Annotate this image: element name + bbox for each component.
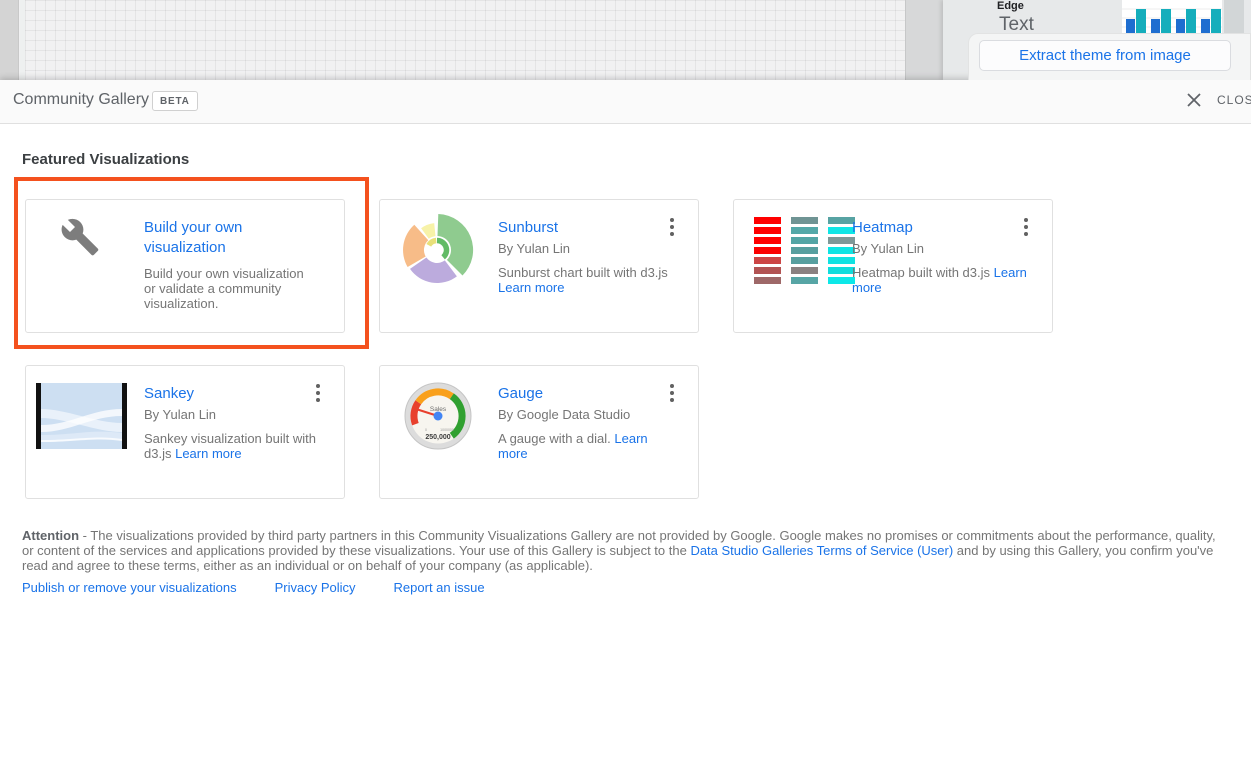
theme-properties-panel: Edge Text Extract theme from image bbox=[943, 0, 1251, 80]
card-title[interactable]: Build your own visualization bbox=[144, 218, 324, 258]
build-thumbnail bbox=[26, 200, 144, 334]
card-author: By Yulan Lin bbox=[852, 241, 924, 256]
card-build-your-own[interactable]: Build your own visualization Build your … bbox=[25, 199, 345, 333]
footer-links: Publish or remove your visualizations Pr… bbox=[22, 580, 485, 595]
card-title[interactable]: Sankey bbox=[144, 384, 324, 404]
terms-of-service-link[interactable]: Data Studio Galleries Terms of Service (… bbox=[690, 543, 953, 558]
community-gallery-panel: Community Gallery BETA CLOSE Featured Vi… bbox=[0, 80, 1251, 776]
wrench-icon bbox=[60, 217, 100, 257]
card-author: By Yulan Lin bbox=[498, 241, 570, 256]
card-title[interactable]: Gauge bbox=[498, 384, 678, 404]
attention-disclaimer: Attention - The visualizations provided … bbox=[22, 528, 1226, 574]
theme-chart-thumbnail bbox=[1122, 0, 1222, 36]
card-description-text: Heatmap built with d3.js bbox=[852, 265, 990, 280]
gallery-title: Community Gallery bbox=[13, 91, 149, 109]
card-title[interactable]: Heatmap bbox=[852, 218, 1032, 238]
app-window: Edge Text Extract theme from image bbox=[0, 0, 1251, 776]
attention-label: Attention bbox=[22, 528, 79, 543]
heatmap-chart-icon bbox=[754, 217, 855, 284]
sunburst-thumbnail bbox=[380, 200, 498, 334]
sankey-thumbnail bbox=[26, 366, 144, 500]
panel-gutter bbox=[905, 0, 943, 80]
gauge-value-label: 250,000 bbox=[425, 434, 450, 441]
gauge-min-label: 0 bbox=[425, 428, 427, 432]
theme-extract-panel: Extract theme from image bbox=[968, 33, 1251, 80]
close-icon[interactable] bbox=[1185, 91, 1203, 109]
card-heatmap[interactable]: Heatmap By Yulan Lin Heatmap built with … bbox=[733, 199, 1053, 333]
edge-section-label: Edge bbox=[997, 0, 1024, 12]
canvas-grid bbox=[25, 0, 905, 80]
gallery-header: Community Gallery BETA CLOSE bbox=[0, 80, 1251, 124]
gauge-thumbnail: Sales 0 1000000 250,000 bbox=[380, 366, 498, 500]
card-description: A gauge with a dial. Learn more bbox=[498, 431, 676, 461]
card-gauge[interactable]: Sales 0 1000000 250,000 Gauge By Google … bbox=[379, 365, 699, 499]
gauge-chart-icon: Sales 0 1000000 250,000 bbox=[404, 382, 472, 450]
card-description: Sankey visualization built with d3.js Le… bbox=[144, 431, 322, 461]
card-author: By Yulan Lin bbox=[144, 407, 216, 422]
sankey-chart-icon bbox=[36, 383, 127, 449]
report-an-issue-link[interactable]: Report an issue bbox=[394, 580, 485, 595]
learn-more-link[interactable]: Learn more bbox=[175, 446, 241, 461]
canvas-ruler bbox=[0, 0, 19, 80]
beta-badge: BETA bbox=[152, 91, 198, 111]
section-title: Featured Visualizations bbox=[22, 151, 189, 168]
card-author: By Google Data Studio bbox=[498, 407, 630, 422]
card-description: Sunburst chart built with d3.js Learn mo… bbox=[498, 265, 676, 295]
learn-more-link[interactable]: Learn more bbox=[498, 280, 564, 295]
panel-scrollbar[interactable] bbox=[1224, 0, 1244, 33]
heatmap-thumbnail bbox=[734, 200, 852, 334]
card-description: Heatmap built with d3.js Learn more bbox=[852, 265, 1030, 295]
card-description-text: Sunburst chart built with d3.js bbox=[498, 265, 668, 280]
close-label[interactable]: CLOSE bbox=[1217, 93, 1251, 107]
gauge-max-label: 1000000 bbox=[440, 428, 454, 432]
card-title[interactable]: Sunburst bbox=[498, 218, 678, 238]
close-button[interactable]: CLOSE bbox=[1185, 91, 1251, 109]
bar-chart-icon bbox=[1122, 0, 1222, 36]
publish-or-remove-link[interactable]: Publish or remove your visualizations bbox=[22, 580, 237, 595]
card-sankey[interactable]: Sankey By Yulan Lin Sankey visualization… bbox=[25, 365, 345, 499]
card-sunburst[interactable]: Sunburst By Yulan Lin Sunburst chart bui… bbox=[379, 199, 699, 333]
card-description: Build your own visualization or validate… bbox=[144, 266, 316, 311]
report-canvas: Edge Text Extract theme from image bbox=[0, 0, 1251, 80]
extract-theme-button[interactable]: Extract theme from image bbox=[979, 40, 1231, 71]
sunburst-chart-icon bbox=[399, 212, 475, 288]
card-description-text: A gauge with a dial. bbox=[498, 431, 611, 446]
privacy-policy-link[interactable]: Privacy Policy bbox=[275, 580, 356, 595]
